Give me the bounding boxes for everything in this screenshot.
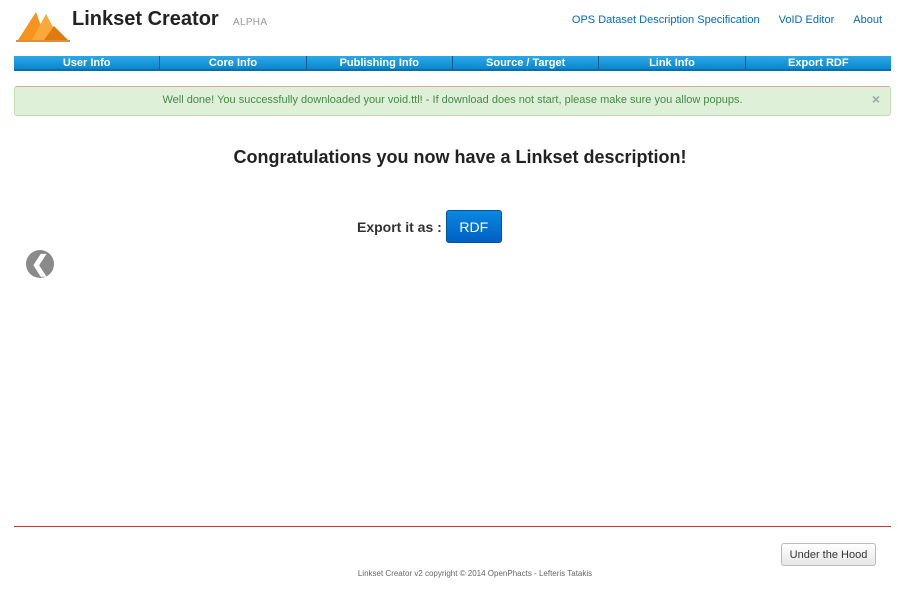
about-link[interactable]: About — [853, 14, 882, 26]
page-title: Congratulations you now have a Linkset d… — [233, 147, 687, 167]
void-editor-link[interactable]: VoID Editor — [779, 14, 835, 26]
tab-core-info[interactable]: Core Info — [160, 56, 307, 69]
top-links: OPS Dataset Description Specification Vo… — [572, 14, 882, 26]
export-row: Export it as : RDF — [357, 210, 502, 243]
close-icon[interactable]: × — [872, 91, 880, 107]
tab-publishing-info[interactable]: Publishing Info — [307, 56, 453, 69]
linkset-logo-icon — [16, 12, 70, 42]
export-rdf-button[interactable]: RDF — [445, 210, 502, 243]
under-the-hood-button[interactable]: Under the Hood — [781, 543, 876, 566]
ops-spec-link[interactable]: OPS Dataset Description Specification — [572, 14, 760, 26]
alert-message: Well done! You successfully downloaded y… — [162, 94, 743, 106]
copyright-text: Linkset Creator v2 copyright © 2014 Open… — [357, 569, 593, 578]
wizard-nav: User Info Core Info Publishing Info Sour… — [14, 56, 891, 71]
alpha-badge: ALPHA — [233, 17, 268, 28]
success-alert: Well done! You successfully downloaded y… — [14, 86, 891, 116]
chevron-left-icon[interactable]: ❮ — [26, 250, 54, 278]
app-title: Linkset Creator — [72, 8, 219, 30]
header: Linkset Creator ALPHA OPS Dataset Descri… — [0, 0, 911, 50]
export-label: Export it as : — [357, 218, 442, 235]
tab-source-target[interactable]: Source / Target — [453, 56, 600, 69]
tab-link-info[interactable]: Link Info — [599, 56, 746, 69]
tab-export-rdf[interactable]: Export RDF — [746, 56, 891, 69]
footer-divider — [14, 526, 891, 527]
tab-user-info[interactable]: User Info — [14, 56, 161, 69]
